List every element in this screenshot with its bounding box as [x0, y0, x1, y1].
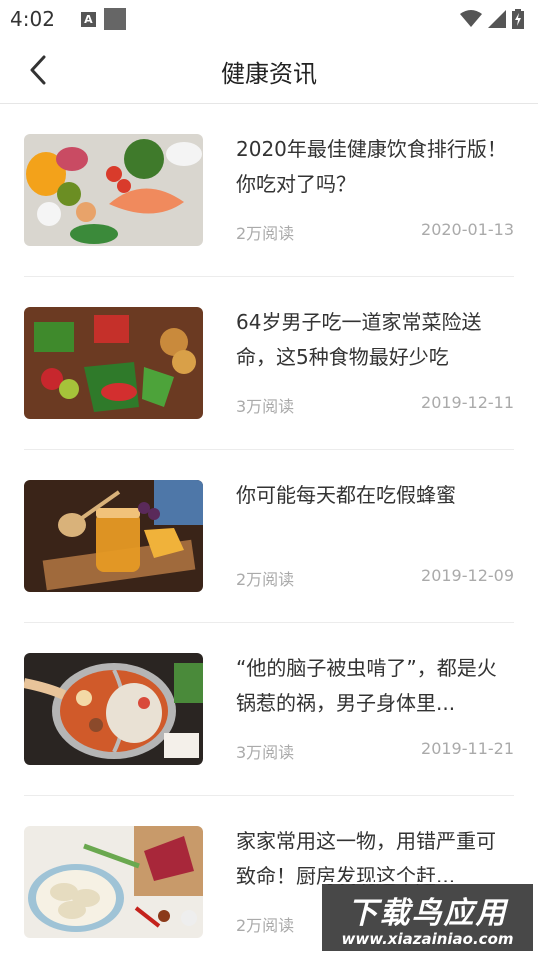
article-item[interactable]: 你可能每天都在吃假蜂蜜 2万阅读 2019-12-09 [24, 450, 514, 623]
article-date: 2019-11-21 [421, 739, 514, 758]
article-title: 64岁男子吃一道家常菜险送命，这5种食物最好少吃 [236, 310, 482, 369]
status-time: 4:02 [10, 7, 55, 31]
article-meta: 3万阅读 2019-11-21 [236, 739, 514, 763]
watermark-logo: 下载鸟应用 www.xiazainiao.com [320, 882, 535, 953]
page-title: 健康资讯 [221, 60, 317, 88]
app-bar: 健康资讯 [0, 38, 538, 104]
honey-jar-image [24, 480, 203, 592]
article-meta: 2万阅读 2019-12-09 [236, 566, 514, 590]
article-date: 2020-01-13 [421, 220, 514, 239]
watermark-line1: 下载鸟应用 [347, 896, 508, 931]
article-item[interactable]: 2020年最佳健康饮食排行版！你吃对了吗？ 2万阅读 2020-01-13 [24, 104, 514, 277]
article-reads: 2万阅读 [236, 224, 295, 243]
article-meta: 3万阅读 2019-12-11 [236, 393, 514, 417]
article-reads: 2万阅读 [236, 570, 295, 589]
article-item[interactable]: 64岁男子吃一道家常菜险送命，这5种食物最好少吃 3万阅读 2019-12-11 [24, 277, 514, 450]
article-meta: 2万阅读 2020-01-13 [236, 220, 514, 244]
article-title: 2020年最佳健康饮食排行版！你吃对了吗？ [236, 137, 507, 196]
watermark-line2: www.xiazainiao.com [341, 930, 514, 948]
notification-a-icon: A [80, 11, 96, 27]
signal-icon [488, 10, 506, 28]
article-reads: 3万阅读 [236, 397, 295, 416]
status-bar: 4:02 A [0, 0, 538, 38]
article-reads: 2万阅读 [236, 916, 295, 935]
battery-icon [512, 9, 524, 29]
article-title: 你可能每天都在吃假蜂蜜 [236, 483, 456, 507]
article-date: 2019-12-11 [421, 393, 514, 412]
article-reads: 3万阅读 [236, 743, 295, 762]
notification-square-icon [103, 8, 126, 30]
article-list: 2020年最佳健康饮食排行版！你吃对了吗？ 2万阅读 2020-01-13 64… [24, 104, 514, 958]
hotpot-image [24, 653, 203, 765]
article-item[interactable]: “他的脑子被虫啃了”，都是火锅惹的祸，男子身体里... 3万阅读 2019-11… [24, 623, 514, 796]
wifi-icon [460, 10, 482, 27]
vegetables-on-wood-image [24, 307, 203, 419]
article-title: “他的脑子被虫啃了”，都是火锅惹的祸，男子身体里... [236, 656, 497, 715]
dumplings-meat-image [24, 826, 203, 938]
healthy-food-spread-image [24, 134, 203, 246]
article-date: 2019-12-09 [421, 566, 514, 585]
